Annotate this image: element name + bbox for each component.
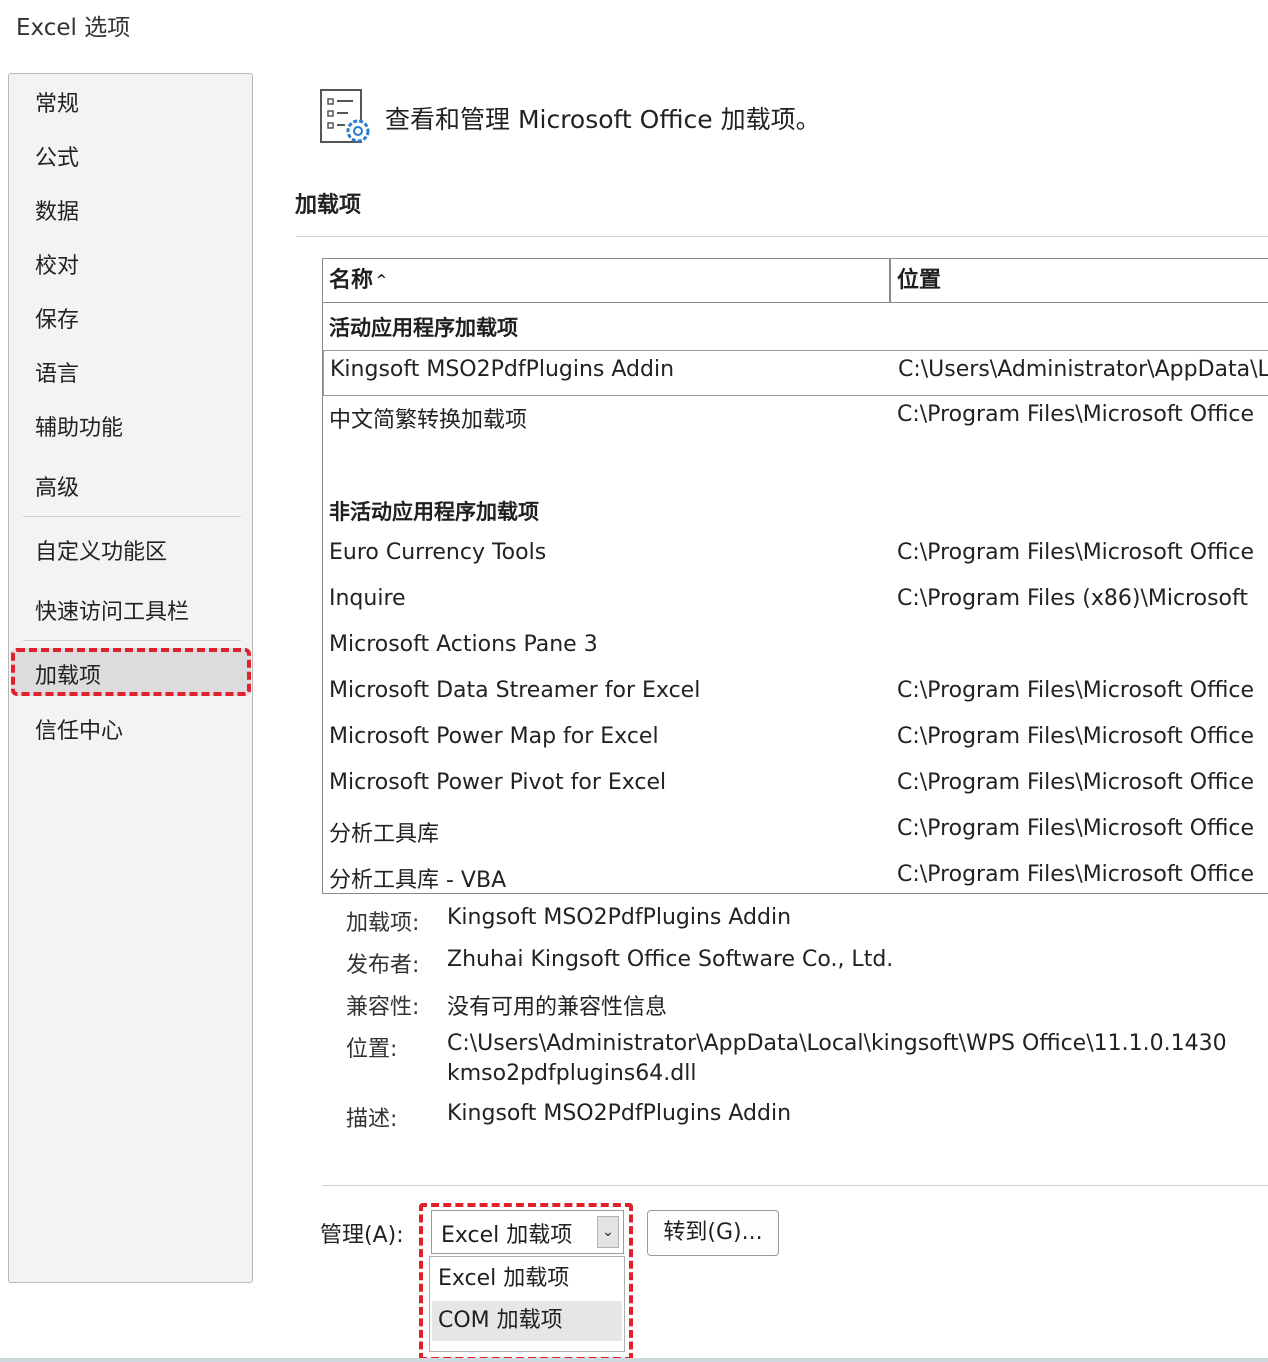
manage-label: 管理(A): xyxy=(320,1223,404,1248)
addin-name: 分析工具库 xyxy=(329,822,440,847)
addin-location: C:\Program Files\Microsoft Office xyxy=(897,724,1255,749)
detail-compatibility-label: 兼容性: xyxy=(346,995,420,1020)
addin-location: C:\Program Files\Microsoft Office xyxy=(897,540,1255,565)
options-sidebar: 常规 公式 数据 校对 保存 语言 辅助功能 高级 自定义功能区 快速访问工具栏… xyxy=(8,73,253,1283)
sidebar-item-quick-access-toolbar[interactable]: 快速访问工具栏 xyxy=(35,594,189,626)
sidebar-divider xyxy=(23,516,241,517)
sidebar-item-proofing[interactable]: 校对 xyxy=(35,248,79,280)
detail-description-label: 描述: xyxy=(346,1107,398,1132)
sidebar-item-data[interactable]: 数据 xyxy=(35,194,79,226)
table-row[interactable]: 中文简繁转换加载项 C:\Program Files\Microsoft Off… xyxy=(323,396,1268,442)
addin-name: Microsoft Actions Pane 3 xyxy=(329,632,598,657)
group-header-active: 活动应用程序加载项 xyxy=(329,316,518,340)
column-header-name[interactable]: 名称 ^ xyxy=(323,259,891,303)
table-row[interactable]: Kingsoft MSO2PdfPlugins Addin C:\Users\A… xyxy=(323,350,1268,396)
detail-publisher-label: 发布者: xyxy=(346,953,420,978)
sidebar-item-trust-center[interactable]: 信任中心 xyxy=(35,713,123,745)
detail-addin-label: 加载项: xyxy=(346,911,420,936)
addin-location: C:\Program Files\Microsoft Office xyxy=(897,770,1255,795)
table-row[interactable]: 分析工具库 C:\Program Files\Microsoft Office xyxy=(323,810,1268,856)
sidebar-item-advanced[interactable]: 高级 xyxy=(35,470,79,502)
detail-addin-value: Kingsoft MSO2PdfPlugins Addin xyxy=(447,905,792,930)
table-row[interactable]: Microsoft Power Map for Excel C:\Program… xyxy=(323,718,1268,764)
sidebar-divider xyxy=(23,640,241,641)
dropdown-highlight-annotation xyxy=(419,1203,633,1361)
detail-location-value: C:\Users\Administrator\AppData\Local\kin… xyxy=(447,1031,1227,1056)
table-row[interactable]: Microsoft Actions Pane 3 xyxy=(323,626,1268,672)
table-row[interactable]: Inquire C:\Program Files (x86)\Microsoft xyxy=(323,580,1268,626)
addin-name: 中文简繁转换加载项 xyxy=(329,408,528,433)
addin-location: C:\Program Files\Microsoft Office xyxy=(897,402,1255,427)
sort-ascending-icon: ^ xyxy=(376,273,387,288)
column-header-name-label: 名称 xyxy=(329,268,374,293)
goto-button[interactable]: 转到(G)... xyxy=(647,1210,779,1256)
addin-location: C:\Program Files\Microsoft Office xyxy=(897,816,1255,841)
sidebar-item-addins[interactable]: 加载项 xyxy=(35,658,101,690)
detail-location-label: 位置: xyxy=(346,1037,398,1062)
table-row[interactable]: Microsoft Data Streamer for Excel C:\Pro… xyxy=(323,672,1268,718)
sidebar-item-customize-ribbon[interactable]: 自定义功能区 xyxy=(35,534,167,566)
addin-name: Microsoft Power Map for Excel xyxy=(329,724,659,749)
table-row[interactable]: Euro Currency Tools C:\Program Files\Mic… xyxy=(323,534,1268,580)
sidebar-item-save[interactable]: 保存 xyxy=(35,302,79,334)
detail-description-value: Kingsoft MSO2PdfPlugins Addin xyxy=(447,1101,792,1126)
detail-compatibility-value: 没有可用的兼容性信息 xyxy=(447,995,668,1020)
addin-location: C:\Program Files\Microsoft Office xyxy=(897,862,1255,887)
column-header-location-label: 位置 xyxy=(897,268,942,293)
column-header-location[interactable]: 位置 xyxy=(891,259,1268,303)
window-bottom-edge xyxy=(0,1358,1268,1362)
addin-location: C:\Program Files (x86)\Microsoft xyxy=(897,586,1248,611)
sidebar-item-language[interactable]: 语言 xyxy=(35,356,79,388)
addin-name: Euro Currency Tools xyxy=(329,540,547,565)
page-description: 查看和管理 Microsoft Office 加载项。 xyxy=(385,105,821,134)
addins-table: 名称 ^ 位置 活动应用程序加载项 Kingsoft MSO2PdfPlugins… xyxy=(322,258,1268,894)
addin-name: Microsoft Data Streamer for Excel xyxy=(329,678,701,703)
detail-publisher-value: Zhuhai Kingsoft Office Software Co., Ltd… xyxy=(447,947,894,972)
section-title: 加载项 xyxy=(295,193,362,218)
addins-gear-icon xyxy=(318,86,378,150)
window-title: Excel 选项 xyxy=(16,15,131,41)
addin-name: Microsoft Power Pivot for Excel xyxy=(329,770,667,795)
bottom-divider xyxy=(322,1185,1268,1186)
sidebar-item-general[interactable]: 常规 xyxy=(35,86,79,118)
table-row[interactable]: Microsoft Power Pivot for Excel C:\Progr… xyxy=(323,764,1268,810)
addin-location: C:\Program Files\Microsoft Office xyxy=(897,678,1255,703)
addin-name: Inquire xyxy=(329,586,406,611)
sidebar-item-formulas[interactable]: 公式 xyxy=(35,140,79,172)
addin-name: Kingsoft MSO2PdfPlugins Addin xyxy=(330,357,675,382)
addin-location: C:\Users\Administrator\AppData\Local\kin… xyxy=(898,357,1268,382)
group-header-inactive: 非活动应用程序加载项 xyxy=(329,500,539,524)
addin-name: 分析工具库 - VBA xyxy=(329,868,507,893)
table-row[interactable]: 分析工具库 - VBA C:\Program Files\Microsoft O… xyxy=(323,856,1268,893)
section-divider xyxy=(296,236,1268,237)
detail-location-value-cont: kmso2pdfplugins64.dll xyxy=(447,1061,697,1086)
sidebar-item-accessibility[interactable]: 辅助功能 xyxy=(35,410,123,442)
